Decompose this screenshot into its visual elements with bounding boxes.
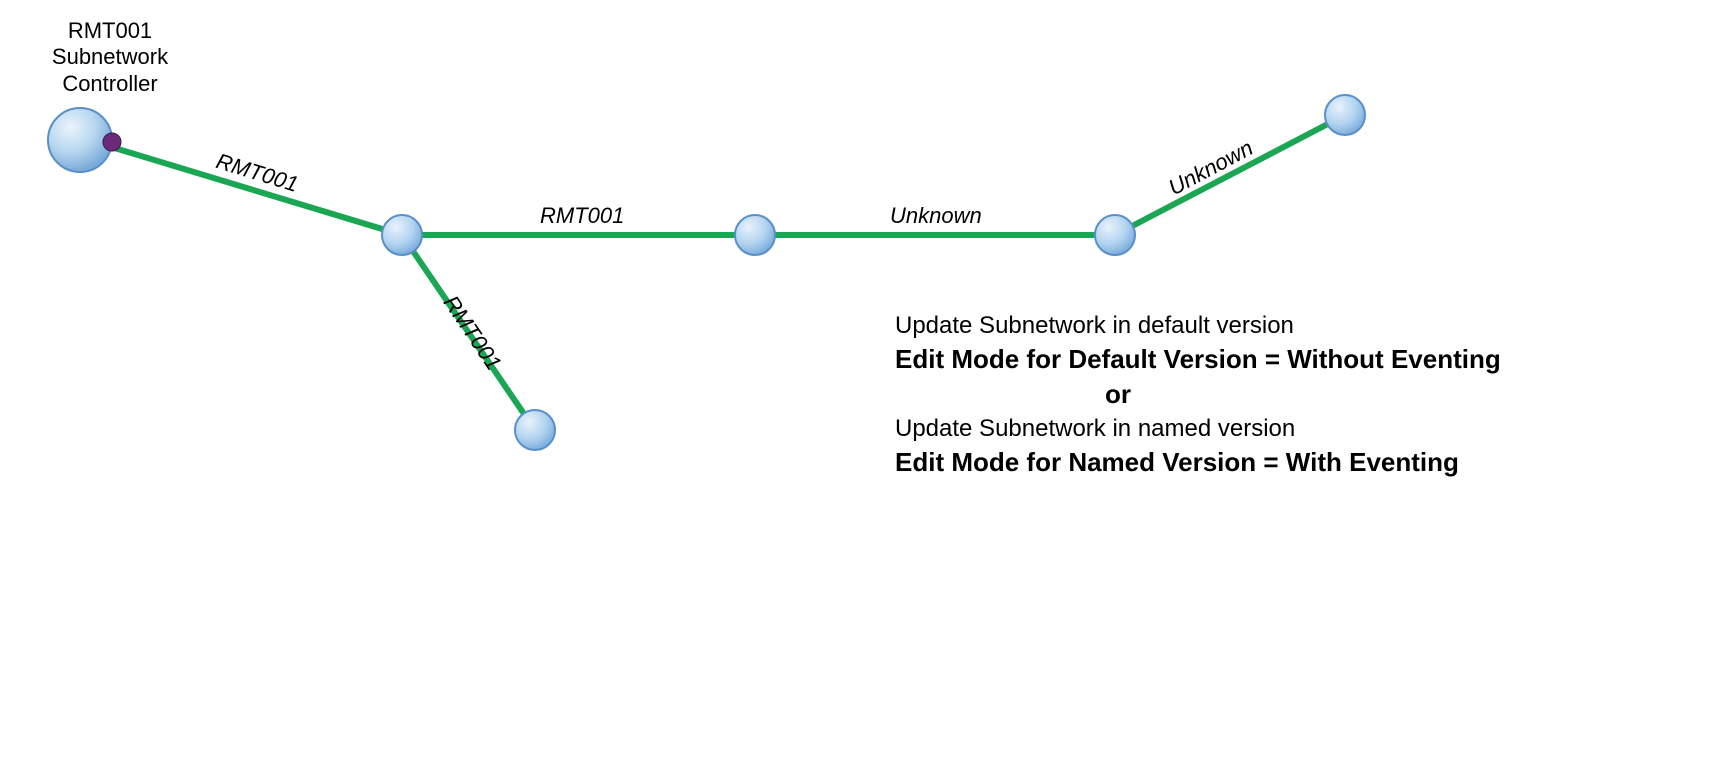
node-6 [515,410,555,450]
node-2 [382,215,422,255]
edge-2-label: RMT001 [540,203,624,229]
info-or: or [895,377,1715,412]
info-line2: Edit Mode for Default Version = Without … [895,342,1715,377]
controller-port [103,133,121,151]
edge-4-label: Unknown [890,203,982,229]
controller-label-line1: RMT001 [20,18,200,44]
info-line4: Edit Mode for Named Version = With Event… [895,445,1715,480]
controller-label-line2: Subnetwork [20,44,200,70]
node-5 [1325,95,1365,135]
network-diagram: RMT001 Subnetwork Controller RMT001 RMT0… [0,0,1722,762]
info-line1: Update Subnetwork in default version [895,310,1715,342]
controller-label-line3: Controller [20,71,200,97]
info-line3: Update Subnetwork in named version [895,413,1715,445]
edge-5 [1115,115,1345,235]
controller-node [48,108,112,172]
node-3 [735,215,775,255]
controller-label: RMT001 Subnetwork Controller [20,18,200,97]
info-block: Update Subnetwork in default version Edi… [895,310,1715,480]
node-4 [1095,215,1135,255]
